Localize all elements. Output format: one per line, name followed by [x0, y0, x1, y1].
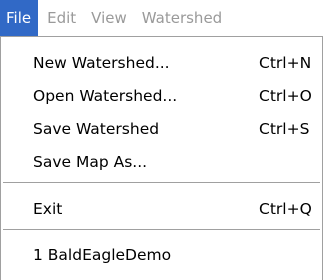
menu-item-label: Open Watershed...	[33, 87, 178, 105]
menu-item-shortcut: Ctrl+O	[259, 87, 312, 105]
menu-file[interactable]: File	[0, 0, 39, 36]
menu-view-label: View	[91, 9, 127, 27]
menu-item-recent-file[interactable]: 1 BaldEagleDemo	[1, 238, 322, 272]
menu-item-open-watershed[interactable]: Open Watershed... Ctrl+O	[1, 79, 322, 113]
menu-separator	[3, 229, 320, 231]
menu-item-shortcut: Ctrl+S	[259, 120, 310, 138]
menu-file-label: File	[6, 9, 32, 27]
menu-bar: File Edit View Watershed	[0, 0, 326, 36]
menu-item-label: Save Map As...	[33, 153, 148, 171]
menu-item-save-watershed[interactable]: Save Watershed Ctrl+S	[1, 112, 322, 146]
menu-item-new-watershed[interactable]: New Watershed... Ctrl+N	[1, 46, 322, 80]
file-dropdown-menu: New Watershed... Ctrl+N Open Watershed..…	[0, 36, 323, 280]
menu-item-label: Exit	[33, 200, 63, 218]
menu-view[interactable]: View	[81, 0, 132, 36]
menu-watershed-label: Watershed	[141, 9, 223, 27]
menu-item-label: 1 BaldEagleDemo	[33, 246, 172, 264]
menu-edit-label: Edit	[47, 9, 77, 27]
menu-watershed[interactable]: Watershed	[132, 0, 227, 36]
menu-separator	[3, 182, 320, 184]
application-window: File Edit View Watershed New Watershed..…	[0, 0, 326, 280]
menu-item-shortcut: Ctrl+Q	[259, 200, 312, 218]
menu-edit[interactable]: Edit	[38, 0, 81, 36]
menu-item-exit[interactable]: Exit Ctrl+Q	[1, 192, 322, 226]
menu-item-label: New Watershed...	[33, 54, 170, 72]
menu-item-save-map-as[interactable]: Save Map As...	[1, 145, 322, 179]
menu-item-label: Save Watershed	[33, 120, 160, 138]
menu-item-shortcut: Ctrl+N	[259, 54, 312, 72]
